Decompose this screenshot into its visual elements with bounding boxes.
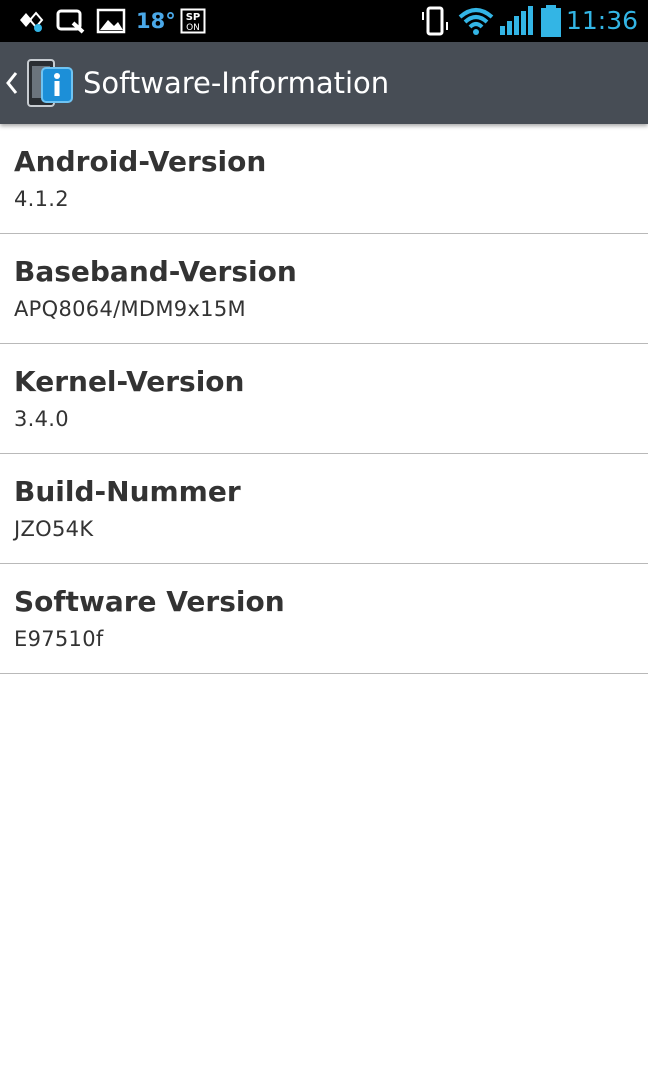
item-value: 3.4.0 <box>14 407 69 431</box>
search-icon <box>55 8 87 34</box>
item-title: Baseband-Version <box>14 255 297 288</box>
image-icon <box>96 8 126 34</box>
signal-icon <box>498 6 534 35</box>
back-button[interactable] <box>0 42 80 124</box>
item-value: APQ8064/MDM9x15M <box>14 297 246 321</box>
sp-on-icon: SP ON <box>180 8 206 34</box>
item-title: Android-Version <box>14 145 267 178</box>
item-value: 4.1.2 <box>14 187 69 211</box>
software-info-list: Android-Version 4.1.2 Baseband-Version A… <box>0 124 648 674</box>
battery-icon <box>538 5 564 37</box>
sp-badge-bottom: ON <box>186 23 200 33</box>
wifi-icon <box>456 8 496 35</box>
action-bar: Software-Information <box>0 42 648 124</box>
chevron-left-icon <box>4 70 20 100</box>
list-item-android-version[interactable]: Android-Version 4.1.2 <box>0 124 648 234</box>
vibrate-icon <box>418 6 452 36</box>
list-item-baseband-version[interactable]: Baseband-Version APQ8064/MDM9x15M <box>0 234 648 344</box>
item-title: Kernel-Version <box>14 365 245 398</box>
list-item-software-version[interactable]: Software Version E97510f <box>0 564 648 674</box>
smartcard-icon <box>16 8 46 34</box>
sp-badge-top: SP <box>186 12 201 23</box>
weather-temperature: 18° <box>136 9 176 33</box>
status-bar: 18° SP ON 11:36 <box>0 0 648 42</box>
clock: 11:36 <box>565 6 638 35</box>
item-value: JZO54K <box>14 517 94 541</box>
page-title: Software-Information <box>83 66 390 100</box>
item-value: E97510f <box>14 627 104 651</box>
software-info-icon <box>26 58 74 108</box>
list-item-build-number[interactable]: Build-Nummer JZO54K <box>0 454 648 564</box>
list-item-kernel-version[interactable]: Kernel-Version 3.4.0 <box>0 344 648 454</box>
item-title: Software Version <box>14 585 285 618</box>
item-title: Build-Nummer <box>14 475 241 508</box>
